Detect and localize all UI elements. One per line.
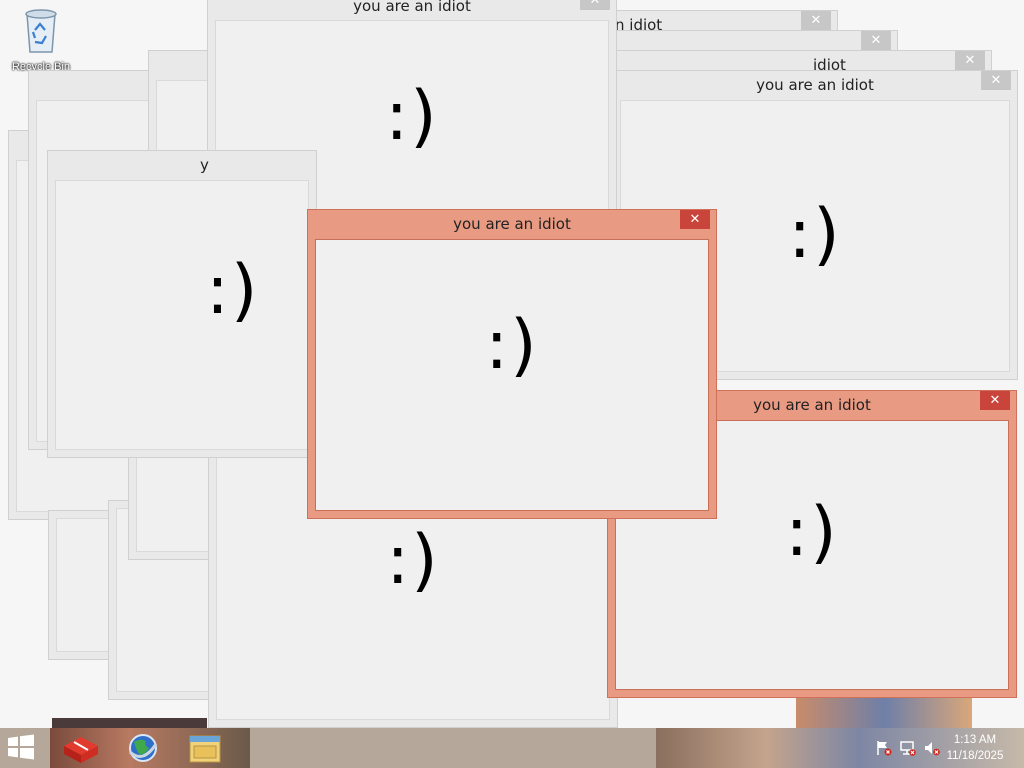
popup-window-front[interactable]: you are an idiot ✕ :) bbox=[307, 209, 717, 519]
popup-window[interactable] bbox=[128, 440, 218, 560]
close-button[interactable]: ✕ bbox=[580, 0, 610, 10]
browser-globe-icon bbox=[128, 734, 158, 762]
wallpaper-fragment bbox=[796, 698, 972, 728]
red-package-app-icon bbox=[64, 737, 98, 763]
start-button[interactable] bbox=[6, 734, 40, 764]
popup-body: :) bbox=[55, 180, 309, 450]
popup-title: you are an idiot bbox=[353, 0, 471, 15]
close-button[interactable]: ✕ bbox=[680, 210, 710, 229]
popup-body bbox=[136, 448, 210, 552]
recycle-bin-shortcut[interactable]: Recycle Bin bbox=[6, 6, 76, 73]
close-button[interactable]: ✕ bbox=[801, 11, 831, 30]
close-button[interactable]: ✕ bbox=[980, 391, 1010, 410]
windows-logo-icon bbox=[8, 734, 34, 760]
taskbar-app-explorer[interactable] bbox=[178, 730, 232, 766]
popup-window[interactable]: y :) bbox=[47, 150, 317, 458]
recycle-bin-icon bbox=[25, 9, 57, 53]
taskbar-app-red-package[interactable] bbox=[54, 730, 108, 766]
taskbar-clock[interactable]: 1:13 AM 11/18/2025 bbox=[940, 732, 1010, 764]
clock-date: 11/18/2025 bbox=[946, 750, 1004, 762]
smiley-text: :) bbox=[386, 521, 440, 600]
popup-title: y bbox=[200, 156, 209, 174]
popup-body: :) bbox=[315, 239, 709, 511]
close-button[interactable]: ✕ bbox=[861, 31, 891, 50]
taskbar: 1:13 AM 11/18/2025 bbox=[0, 728, 1024, 768]
clock-time: 1:13 AM bbox=[953, 734, 997, 746]
popup-title: you are an idiot bbox=[453, 215, 571, 233]
smiley-text: :) bbox=[485, 306, 539, 385]
close-button[interactable]: ✕ bbox=[955, 51, 985, 70]
network-icon[interactable] bbox=[900, 740, 916, 756]
smiley-text: :) bbox=[385, 77, 439, 156]
desktop: Recycle Bin you are an idiot you are an … bbox=[0, 0, 1024, 728]
wallpaper-fragment bbox=[52, 718, 207, 728]
speaker-muted-icon[interactable] bbox=[924, 740, 940, 756]
close-button[interactable]: ✕ bbox=[981, 71, 1011, 90]
action-center-flag-icon[interactable] bbox=[876, 740, 892, 756]
taskbar-app-browser[interactable] bbox=[116, 730, 170, 766]
popup-title: you are an idiot bbox=[756, 76, 874, 94]
smiley-text: :) bbox=[206, 251, 260, 330]
file-explorer-icon bbox=[189, 735, 221, 763]
